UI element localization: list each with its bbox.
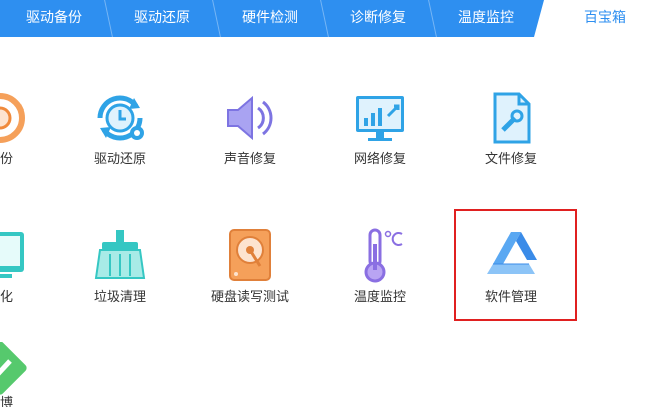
tool-label: 垃圾清理 xyxy=(93,290,146,305)
tool-label: 驱动还原 xyxy=(93,152,146,167)
tool-label: 优化 xyxy=(0,290,13,305)
tool-file-repair[interactable]: 文件修复 xyxy=(451,88,571,168)
speaker-icon xyxy=(220,88,280,148)
tool-temperature-monitor[interactable]: 温度监控 xyxy=(320,226,440,306)
tool-network-repair[interactable]: 网络修复 xyxy=(320,88,440,168)
tool-partial[interactable]: 方博 xyxy=(0,342,60,407)
tool-disk-rw-test[interactable]: 硬盘读写测试 xyxy=(190,226,310,306)
driver-backup-icon xyxy=(0,88,30,148)
tool-label: 声音修复 xyxy=(223,152,276,167)
tab-driver-restore[interactable]: 驱动还原 xyxy=(108,0,216,37)
tool-label: 方博 xyxy=(0,396,13,407)
selection-highlight xyxy=(454,209,577,321)
top-tab-bar: 驱动备份 驱动还原 硬件检测 诊断修复 温度监控 百宝箱 xyxy=(0,0,656,37)
tool-junk-cleanup[interactable]: 垃圾清理 xyxy=(60,226,180,306)
tool-label: 备份 xyxy=(0,152,13,167)
driver-restore-icon xyxy=(90,88,150,148)
tool-label: 温度监控 xyxy=(353,290,406,305)
thermometer-icon xyxy=(350,226,410,286)
optimize-icon xyxy=(0,226,30,286)
tool-optimize[interactable]: 优化 xyxy=(0,226,60,306)
tool-label: 网络修复 xyxy=(353,152,406,167)
network-monitor-icon xyxy=(350,88,410,148)
hard-disk-icon xyxy=(220,226,280,286)
tool-sound-repair[interactable]: 声音修复 xyxy=(190,88,310,168)
tab-diagnose-repair[interactable]: 诊断修复 xyxy=(324,0,432,37)
tab-temperature-monitor[interactable]: 温度监控 xyxy=(432,0,540,37)
tab-hardware-check[interactable]: 硬件检测 xyxy=(216,0,324,37)
tool-label: 文件修复 xyxy=(484,152,537,167)
left-clipped-column: 备份 优化 方博 xyxy=(0,0,60,407)
tool-driver-restore[interactable]: 驱动还原 xyxy=(60,88,180,168)
broom-icon xyxy=(90,226,150,286)
file-wrench-icon xyxy=(481,88,541,148)
tool-label: 硬盘读写测试 xyxy=(210,290,289,305)
tab-toolbox[interactable]: 百宝箱 xyxy=(560,0,650,37)
tool-backup[interactable]: 备份 xyxy=(0,88,60,168)
